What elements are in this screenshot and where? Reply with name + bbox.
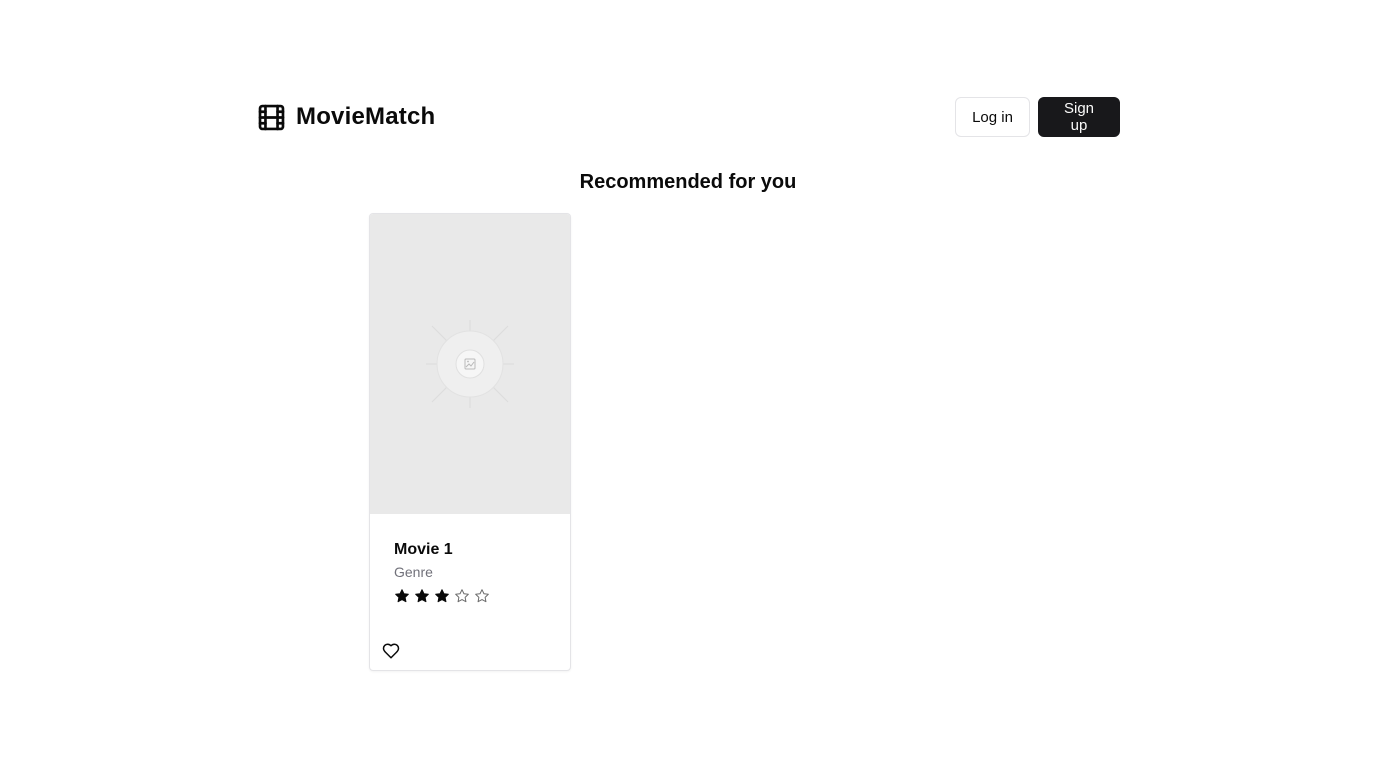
brand[interactable]: MovieMatch bbox=[257, 103, 435, 132]
star-empty-icon[interactable] bbox=[454, 588, 470, 604]
auth-actions: Log in Sign up bbox=[955, 97, 1120, 137]
movie-title: Movie 1 bbox=[394, 541, 453, 558]
heart-icon[interactable] bbox=[382, 642, 400, 660]
star-filled-icon[interactable] bbox=[434, 588, 450, 604]
login-button[interactable]: Log in bbox=[955, 97, 1030, 137]
movie-card-body: Movie 1 Genre bbox=[394, 540, 554, 604]
film-icon bbox=[258, 104, 285, 130]
signup-button[interactable]: Sign up bbox=[1038, 97, 1120, 137]
star-filled-icon[interactable] bbox=[414, 588, 430, 604]
top-navbar: MovieMatch Log in Sign up bbox=[257, 97, 1120, 137]
star-rating[interactable] bbox=[394, 588, 554, 604]
section-title: Recommended for you bbox=[579, 171, 797, 193]
movie-genre: Genre bbox=[394, 564, 433, 580]
movie-card[interactable]: Movie 1 Genre bbox=[369, 213, 571, 671]
brand-name: MovieMatch bbox=[296, 103, 436, 130]
star-empty-icon[interactable] bbox=[474, 588, 490, 604]
star-filled-icon[interactable] bbox=[394, 588, 410, 604]
page: MovieMatch Log in Sign up Recommended fo… bbox=[0, 0, 1376, 768]
movie-poster bbox=[370, 214, 570, 514]
image-placeholder-icon bbox=[426, 320, 514, 408]
